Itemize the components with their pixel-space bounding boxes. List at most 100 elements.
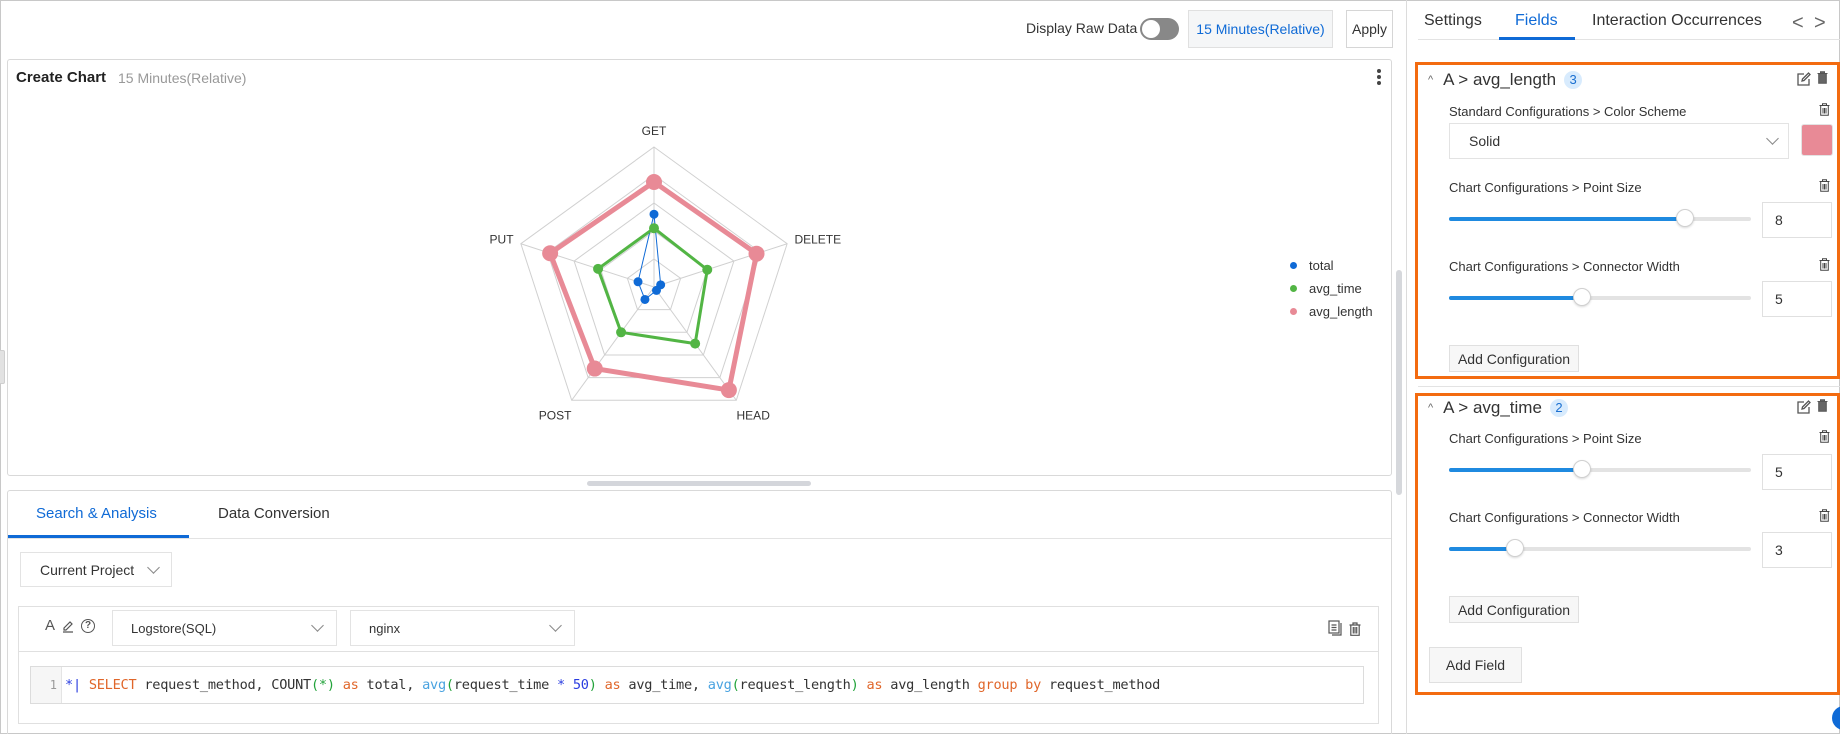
color-swatch[interactable] xyxy=(1801,124,1833,156)
radar-point-avg_time xyxy=(616,327,627,338)
collapse-icon[interactable]: ^ xyxy=(1428,402,1433,414)
display-raw-data-toggle[interactable] xyxy=(1140,18,1179,40)
legend-item[interactable]: total xyxy=(1290,254,1373,277)
collapse-icon[interactable]: ^ xyxy=(1428,74,1433,86)
right-panel-divider xyxy=(1406,0,1407,734)
logstore-value: nginx xyxy=(369,620,401,636)
sql-query-text[interactable]: *| SELECT request_method, COUNT(*) as to… xyxy=(62,667,1160,703)
connector-width-slider[interactable] xyxy=(1449,539,1751,557)
tab-settings[interactable]: Settings xyxy=(1424,12,1482,30)
chevron-right-icon[interactable]: > xyxy=(1814,12,1826,35)
add-field-button[interactable]: Add Field xyxy=(1429,647,1522,683)
connector-width-input[interactable]: 5 xyxy=(1762,281,1832,317)
sidebar-collapse-handle[interactable] xyxy=(0,350,5,384)
point-size-input[interactable]: 5 xyxy=(1762,454,1832,490)
config-label: Chart Configurations > Connector Width xyxy=(1449,259,1680,274)
logstore-select[interactable]: nginx xyxy=(350,610,575,646)
radar-point-total xyxy=(640,294,650,304)
radar-axis-label: GET xyxy=(642,124,667,138)
radar-axis-label: PUT xyxy=(490,232,515,246)
radar-point-avg_length xyxy=(646,174,662,190)
edit-icon[interactable] xyxy=(61,619,75,633)
delete-config-icon[interactable] xyxy=(1819,430,1830,443)
store-type-select[interactable]: Logstore(SQL) xyxy=(112,610,337,646)
delete-query-icon[interactable] xyxy=(1349,622,1361,636)
delete-config-icon[interactable] xyxy=(1819,179,1830,192)
tab-data-conversion[interactable]: Data Conversion xyxy=(218,505,330,522)
point-size-slider[interactable] xyxy=(1449,460,1751,478)
time-range-button[interactable]: 15 Minutes(Relative) xyxy=(1188,10,1333,48)
field-header[interactable]: ^ A > avg_time 2 xyxy=(1428,398,1568,418)
slider-handle[interactable] xyxy=(1572,460,1591,478)
code-token: * xyxy=(318,677,327,693)
code-token: ( xyxy=(445,677,454,693)
chevron-down-icon xyxy=(311,619,324,632)
radar-point-total xyxy=(649,209,659,219)
edit-field-icon[interactable] xyxy=(1797,400,1811,414)
color-scheme-select[interactable]: Solid xyxy=(1449,123,1789,159)
slider-handle[interactable] xyxy=(1675,209,1694,227)
slider-handle[interactable] xyxy=(1572,288,1591,306)
active-tab-indicator xyxy=(1499,37,1575,40)
config-label: Chart Configurations > Point Size xyxy=(1449,180,1642,195)
delete-config-icon[interactable] xyxy=(1819,509,1830,522)
radar-point-total xyxy=(651,285,661,295)
more-options-icon[interactable] xyxy=(1376,69,1382,85)
copy-icon[interactable] xyxy=(1328,620,1342,636)
code-token: request_method xyxy=(1041,677,1161,693)
point-size-input[interactable]: 8 xyxy=(1762,202,1832,238)
chevron-left-icon[interactable]: < xyxy=(1792,12,1804,35)
code-token: ) xyxy=(326,677,335,693)
active-tab-indicator xyxy=(8,535,189,538)
code-token: ) xyxy=(588,677,597,693)
connector-width-slider[interactable] xyxy=(1449,288,1751,306)
help-icon[interactable]: ? xyxy=(81,618,96,633)
query-box-divider xyxy=(19,651,1378,652)
main-scrollbar[interactable] xyxy=(1396,270,1402,495)
delete-field-icon[interactable] xyxy=(1817,399,1828,412)
chevron-down-icon xyxy=(147,561,160,574)
tab-fields[interactable]: Fields xyxy=(1515,12,1558,30)
slider-fill xyxy=(1449,296,1582,300)
config-count-badge: 2 xyxy=(1549,399,1568,417)
delete-config-icon[interactable] xyxy=(1819,258,1830,271)
radar-point-avg_length xyxy=(542,245,559,262)
code-token: * xyxy=(557,677,565,693)
apply-button[interactable]: Apply xyxy=(1346,10,1393,48)
sql-editor[interactable]: 1 *| SELECT request_method, COUNT(*) as … xyxy=(30,666,1364,704)
slider-fill xyxy=(1449,468,1582,472)
legend-label: avg_length xyxy=(1309,304,1373,319)
connector-width-input[interactable]: 3 xyxy=(1762,532,1832,568)
radar-point-avg_length xyxy=(720,382,737,399)
radar-axis-label: DELETE xyxy=(794,232,841,246)
query-label-group: A ? xyxy=(45,617,96,634)
legend-label: avg_time xyxy=(1309,281,1362,296)
delete-field-icon[interactable] xyxy=(1817,71,1828,84)
chevron-down-icon xyxy=(1766,132,1779,145)
field-header[interactable]: ^ A > avg_length 3 xyxy=(1428,70,1583,90)
slider-fill xyxy=(1449,217,1685,221)
code-token: | xyxy=(72,677,89,693)
tab-search-analysis[interactable]: Search & Analysis xyxy=(36,505,157,522)
add-configuration-button[interactable]: Add Configuration xyxy=(1449,345,1579,372)
config-count-badge: 3 xyxy=(1564,71,1583,89)
radar-point-total xyxy=(633,277,643,287)
legend-item[interactable]: avg_length xyxy=(1290,300,1373,323)
code-token: as xyxy=(604,677,621,693)
code-token: ) xyxy=(850,677,859,693)
delete-config-icon[interactable] xyxy=(1819,103,1830,116)
point-size-slider[interactable] xyxy=(1449,209,1751,227)
code-token: avg_time, xyxy=(620,677,708,693)
field-separator xyxy=(1418,386,1840,387)
chart-time-range: 15 Minutes(Relative) xyxy=(118,70,247,86)
color-scheme-label: Standard Configurations > Color Scheme xyxy=(1449,104,1687,119)
code-token: request_time xyxy=(453,677,557,693)
legend-item[interactable]: avg_time xyxy=(1290,277,1373,300)
panel-resize-handle[interactable] xyxy=(587,481,811,486)
tab-interaction-occurrences[interactable]: Interaction Occurrences xyxy=(1592,12,1762,30)
add-configuration-button[interactable]: Add Configuration xyxy=(1449,596,1579,623)
legend-marker xyxy=(1290,262,1297,269)
project-select[interactable]: Current Project xyxy=(20,552,172,587)
edit-field-icon[interactable] xyxy=(1797,72,1811,86)
config-label: Chart Configurations > Connector Width xyxy=(1449,510,1680,525)
